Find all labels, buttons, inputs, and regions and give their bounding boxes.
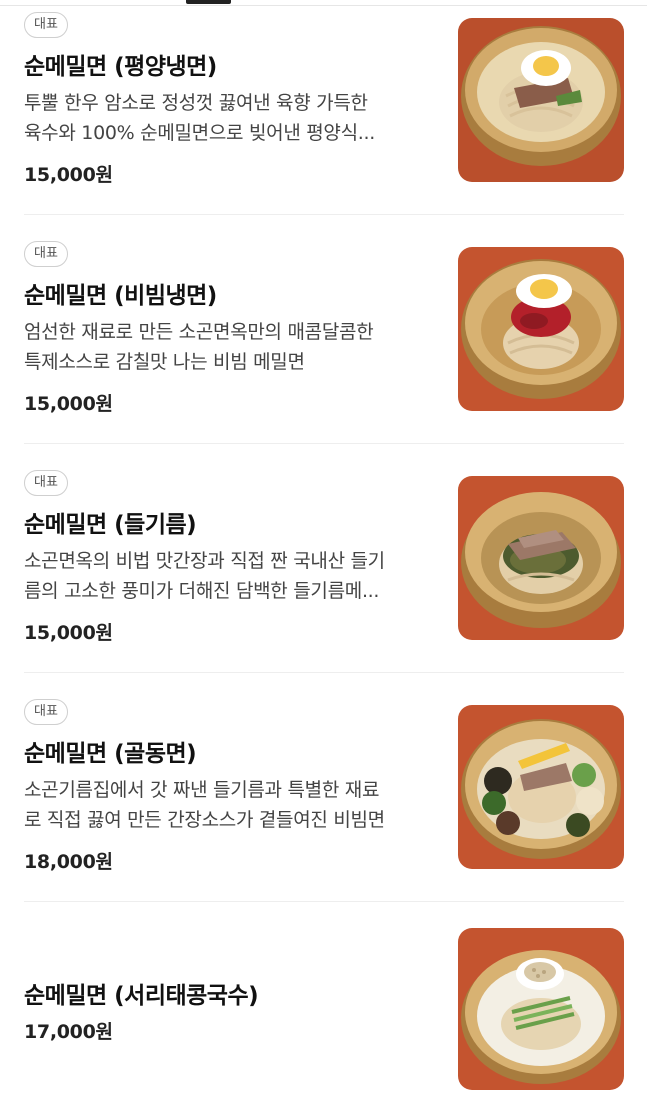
black-soybean-noodle-image[interactable] bbox=[458, 928, 624, 1090]
menu-item-soybean[interactable]: 순메밀면 (서리태콩국수) 17,000원 bbox=[24, 916, 624, 1105]
item-divider bbox=[24, 443, 624, 444]
menu-item-price: 15,000원 bbox=[24, 164, 113, 186]
pyongyang-naengmyeon-image[interactable] bbox=[458, 18, 624, 182]
item-divider bbox=[24, 672, 624, 673]
menu-item-pyongyang[interactable]: 대표 순메밀면 (평양냉면) 투뿔 한우 암소로 정성껏 끓여낸 육향 가득한 … bbox=[24, 0, 624, 214]
menu-item-price: 15,000원 bbox=[24, 622, 113, 644]
menu-item-goldong[interactable]: 대표 순메밀면 (골동면) 소곤기름집에서 갓 짜낸 들기름과 특별한 재료 로… bbox=[24, 687, 624, 901]
menu-item-price: 18,000원 bbox=[24, 851, 113, 873]
signature-badge: 대표 bbox=[24, 470, 68, 496]
perilla-oil-noodle-image[interactable] bbox=[458, 476, 624, 640]
menu-item-name: 순메밀면 (골동면) bbox=[24, 741, 197, 767]
item-divider bbox=[24, 214, 624, 215]
menu-item-name: 순메밀면 (비빔냉면) bbox=[24, 283, 217, 309]
menu-item-name: 순메밀면 (평양냉면) bbox=[24, 54, 217, 80]
item-divider bbox=[24, 901, 624, 902]
signature-badge: 대표 bbox=[24, 241, 68, 267]
menu-item-description: 투뿔 한우 암소로 정성껏 끓여낸 육향 가득한 육수와 100% 순메밀면으로… bbox=[24, 92, 375, 144]
menu-item-description: 소곤면옥의 비법 맛간장과 직접 짠 국내산 들기 름의 고소한 풍미가 더해진… bbox=[24, 550, 385, 602]
menu-item-name: 순메밀면 (서리태콩국수) bbox=[24, 983, 259, 1009]
menu-item-description: 엄선한 재료로 만든 소곤면옥만의 매콤달콤한 특제소스로 감칠맛 나는 비빔 … bbox=[24, 321, 374, 373]
signature-badge: 대표 bbox=[24, 12, 68, 38]
signature-badge: 대표 bbox=[24, 699, 68, 725]
goldong-noodle-image[interactable] bbox=[458, 705, 624, 869]
menu-item-price: 15,000원 bbox=[24, 393, 113, 415]
menu-item-bibim[interactable]: 대표 순메밀면 (비빔냉면) 엄선한 재료로 만든 소곤면옥만의 매콤달콤한 특… bbox=[24, 229, 624, 443]
menu-item-perilla[interactable]: 대표 순메밀면 (들기름) 소곤면옥의 비법 맛간장과 직접 짠 국내산 들기 … bbox=[24, 458, 624, 672]
menu-item-price: 17,000원 bbox=[24, 1021, 113, 1043]
menu-item-description: 소곤기름집에서 갓 짜낸 들기름과 특별한 재료 로 직접 끓여 만든 간장소스… bbox=[24, 779, 385, 831]
bibim-naengmyeon-image[interactable] bbox=[458, 247, 624, 411]
menu-item-name: 순메밀면 (들기름) bbox=[24, 512, 197, 538]
